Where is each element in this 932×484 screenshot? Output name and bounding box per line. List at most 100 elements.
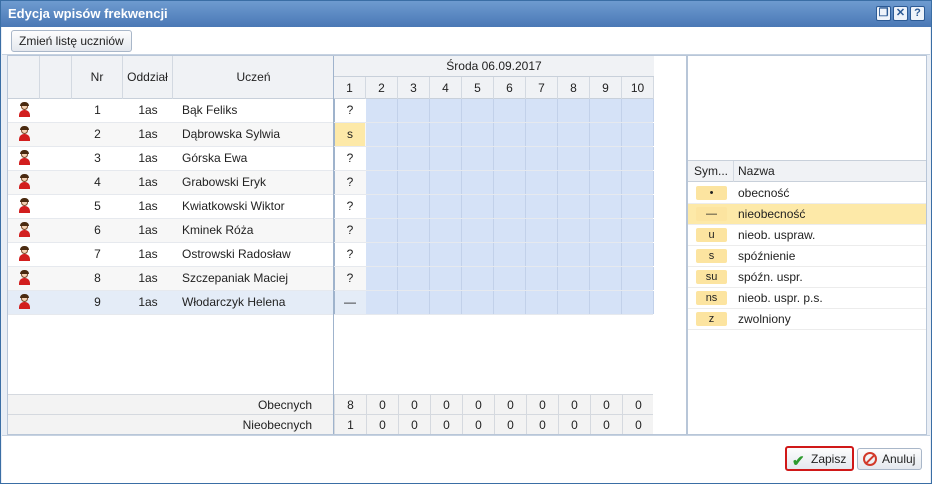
student-row[interactable]: 4 1as Grabowski Eryk?	[8, 171, 654, 195]
attendance-cell[interactable]	[494, 219, 526, 242]
attendance-cell[interactable]	[558, 123, 590, 146]
attendance-cell[interactable]	[398, 99, 430, 122]
attendance-cell[interactable]	[366, 267, 398, 290]
student-column-header[interactable]: Uczeń	[173, 56, 334, 99]
attendance-cell[interactable]	[526, 195, 558, 218]
student-row[interactable]: 3 1as Górska Ewa?	[8, 147, 654, 171]
attendance-cell[interactable]	[622, 219, 654, 242]
attendance-cell[interactable]: s	[334, 123, 365, 146]
attendance-cell[interactable]: ?	[334, 243, 365, 266]
attendance-cell[interactable]	[366, 243, 398, 266]
attendance-cell[interactable]	[590, 267, 622, 290]
attendance-cell[interactable]	[430, 99, 462, 122]
attendance-cell[interactable]	[366, 147, 398, 170]
attendance-cell[interactable]	[526, 99, 558, 122]
class-column-header[interactable]: Oddział	[123, 56, 173, 99]
help-icon[interactable]: ?	[910, 6, 925, 21]
attendance-cell[interactable]	[494, 147, 526, 170]
attendance-cell[interactable]	[494, 123, 526, 146]
attendance-cell[interactable]	[526, 171, 558, 194]
attendance-cell[interactable]	[590, 171, 622, 194]
legend-item[interactable]: • obecność	[688, 183, 926, 204]
legend-item[interactable]: — nieobecność	[688, 204, 926, 225]
attendance-cell[interactable]	[398, 267, 430, 290]
attendance-cell[interactable]	[622, 291, 654, 314]
student-row[interactable]: 6 1as Kminek Róża?	[8, 219, 654, 243]
attendance-cell[interactable]	[462, 243, 494, 266]
attendance-cell[interactable]	[462, 267, 494, 290]
legend-item[interactable]: s spóźnienie	[688, 246, 926, 267]
attendance-cell[interactable]	[462, 123, 494, 146]
attendance-cell[interactable]	[622, 99, 654, 122]
attendance-cell[interactable]	[430, 219, 462, 242]
attendance-cell[interactable]	[526, 267, 558, 290]
attendance-cell[interactable]	[526, 243, 558, 266]
attendance-cell[interactable]	[430, 171, 462, 194]
restore-icon[interactable]: ❐	[876, 6, 891, 21]
attendance-cell[interactable]	[430, 291, 462, 314]
attendance-cell[interactable]	[366, 291, 398, 314]
attendance-cell[interactable]	[590, 147, 622, 170]
student-row[interactable]: 5 1as Kwiatkowski Wiktor?	[8, 195, 654, 219]
attendance-cell[interactable]	[622, 267, 654, 290]
nr-column-header[interactable]: Nr	[72, 56, 123, 99]
attendance-cell[interactable]	[462, 219, 494, 242]
attendance-cell[interactable]	[526, 219, 558, 242]
attendance-cell[interactable]	[558, 291, 590, 314]
attendance-cell[interactable]	[494, 243, 526, 266]
attendance-cell[interactable]	[462, 195, 494, 218]
student-row[interactable]: 7 1as Ostrowski Radosław?	[8, 243, 654, 267]
attendance-cell[interactable]	[366, 123, 398, 146]
close-icon[interactable]: ✕	[893, 6, 908, 21]
save-button[interactable]: ✔ Zapisz	[785, 446, 855, 471]
attendance-cell[interactable]	[558, 219, 590, 242]
attendance-cell[interactable]	[366, 99, 398, 122]
attendance-cell[interactable]	[526, 147, 558, 170]
attendance-cell[interactable]	[462, 291, 494, 314]
attendance-cell[interactable]: ?	[334, 219, 365, 242]
attendance-cell[interactable]	[398, 219, 430, 242]
attendance-cell[interactable]: —	[334, 291, 365, 314]
attendance-cell[interactable]	[462, 147, 494, 170]
attendance-cell[interactable]: ?	[334, 99, 365, 122]
attendance-cell[interactable]	[366, 219, 398, 242]
attendance-cell[interactable]	[622, 171, 654, 194]
attendance-cell[interactable]: ?	[334, 147, 365, 170]
attendance-cell[interactable]	[558, 243, 590, 266]
attendance-cell[interactable]: ?	[334, 267, 365, 290]
attendance-cell[interactable]	[558, 195, 590, 218]
legend-symbol-header[interactable]: Sym...	[694, 161, 734, 182]
attendance-cell[interactable]	[398, 243, 430, 266]
attendance-cell[interactable]	[462, 99, 494, 122]
attendance-cell[interactable]: ?	[334, 171, 365, 194]
attendance-cell[interactable]: ?	[334, 195, 365, 218]
attendance-cell[interactable]	[366, 171, 398, 194]
attendance-cell[interactable]	[494, 291, 526, 314]
attendance-cell[interactable]	[622, 123, 654, 146]
legend-item[interactable]: su spóźn. uspr.	[688, 267, 926, 288]
attendance-cell[interactable]	[590, 219, 622, 242]
attendance-cell[interactable]	[398, 195, 430, 218]
attendance-cell[interactable]	[430, 123, 462, 146]
attendance-cell[interactable]	[398, 291, 430, 314]
attendance-cell[interactable]	[462, 171, 494, 194]
legend-item[interactable]: z zwolniony	[688, 309, 926, 330]
attendance-cell[interactable]	[622, 147, 654, 170]
attendance-cell[interactable]	[526, 123, 558, 146]
attendance-cell[interactable]	[430, 195, 462, 218]
student-row[interactable]: 1 1as Bąk Feliks?	[8, 99, 654, 123]
attendance-cell[interactable]	[494, 171, 526, 194]
attendance-cell[interactable]	[590, 243, 622, 266]
legend-item[interactable]: u nieob. uspraw.	[688, 225, 926, 246]
attendance-cell[interactable]	[398, 147, 430, 170]
student-row[interactable]: 8 1as Szczepaniak Maciej?	[8, 267, 654, 291]
attendance-cell[interactable]	[366, 195, 398, 218]
attendance-cell[interactable]	[494, 267, 526, 290]
legend-name-header[interactable]: Nazwa	[738, 161, 775, 182]
attendance-cell[interactable]	[494, 99, 526, 122]
cancel-button[interactable]: Anuluj	[857, 448, 923, 470]
attendance-cell[interactable]	[558, 267, 590, 290]
student-row[interactable]: 9 1as Włodarczyk Helena —	[8, 291, 654, 315]
attendance-cell[interactable]	[590, 123, 622, 146]
change-student-list-button[interactable]: Zmień listę uczniów	[11, 30, 132, 52]
